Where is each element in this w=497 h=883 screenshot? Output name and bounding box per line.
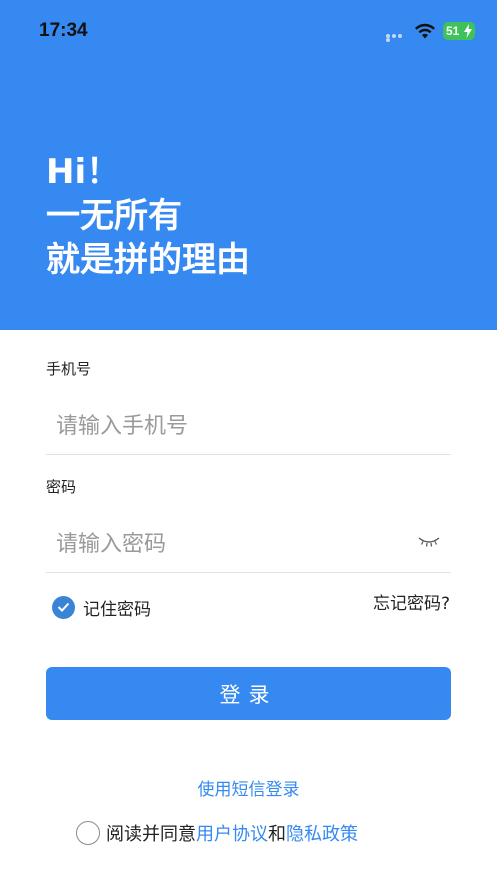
agreement-and: 和 [268, 824, 286, 845]
login-button[interactable]: 登录 [46, 667, 451, 720]
password-input[interactable] [46, 519, 406, 569]
remember-password-label: 记住密码 [83, 599, 151, 620]
greeting-line-2: 一无所有 [46, 196, 182, 236]
phone-divider [46, 454, 451, 455]
remember-password-toggle[interactable]: 记住密码 [52, 594, 151, 620]
phone-input[interactable] [46, 401, 451, 451]
battery-charging-icon: 51 [443, 22, 475, 40]
user-agreement-link[interactable]: 用户协议 [196, 820, 268, 846]
wifi-icon [415, 23, 435, 39]
greeting: Hi！ 一无所有 就是拼的理由 [46, 150, 250, 282]
password-label: 密码 [46, 478, 77, 496]
sms-login-link[interactable]: 使用短信登录 [0, 775, 497, 800]
eye-closed-icon[interactable] [418, 536, 440, 548]
privacy-policy-link[interactable]: 隐私政策 [286, 820, 358, 846]
status-time: 17:34 [39, 20, 88, 41]
status-bar: 17:34 51 [0, 0, 497, 60]
header-banner: 17:34 51 Hi！ 一无所有 就是拼的理由 [0, 0, 497, 330]
greeting-line-3: 就是拼的理由 [46, 240, 250, 280]
agreement-radio[interactable] [76, 821, 100, 845]
greeting-line-1: Hi！ [46, 152, 121, 192]
agreement-prefix: 阅读并同意 [106, 824, 196, 845]
battery-level: 51 [446, 24, 460, 38]
checkmark-icon[interactable] [52, 595, 75, 619]
signal-dots-icon [386, 34, 408, 42]
password-divider [46, 572, 451, 573]
agreement-row: 阅读并同意 用户协议 和 隐私政策 [76, 820, 358, 846]
forgot-password-link[interactable]: 忘记密码? [373, 589, 450, 614]
phone-label: 手机号 [46, 360, 92, 378]
